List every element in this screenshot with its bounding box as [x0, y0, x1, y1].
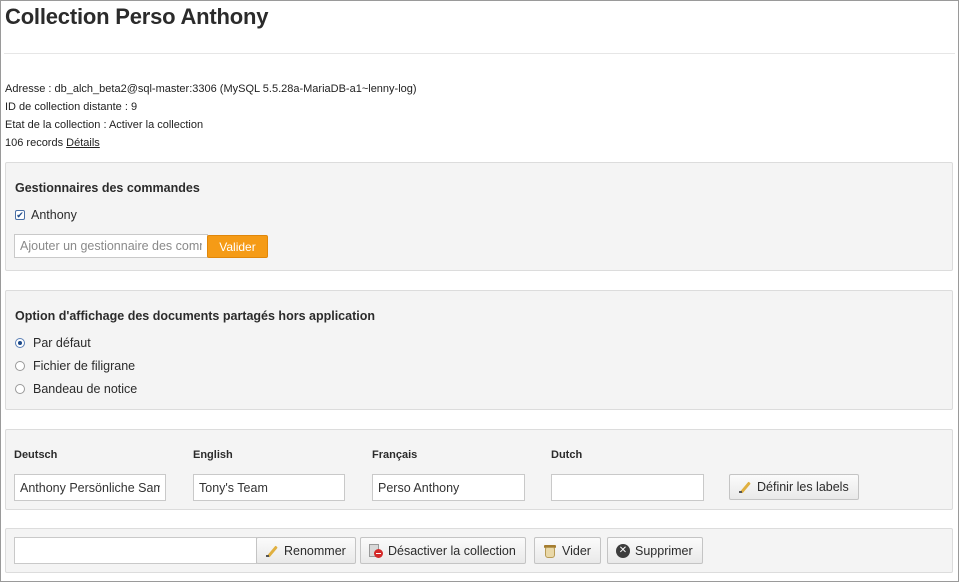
radio-banner[interactable] — [15, 384, 25, 394]
label-input-dutch[interactable] — [551, 474, 704, 501]
radio-default[interactable] — [15, 338, 25, 348]
pencil-icon — [738, 480, 752, 494]
rename-input[interactable] — [14, 537, 257, 564]
title-divider — [4, 53, 955, 54]
lang-label-english: English — [193, 449, 233, 461]
option-banner[interactable]: Bandeau de notice — [15, 382, 137, 396]
empty-button[interactable]: Vider — [534, 537, 601, 564]
lang-label-francais: Français — [372, 449, 418, 461]
manager-label: Anthony — [31, 208, 77, 222]
deactivate-icon — [369, 543, 383, 558]
option-default-label: Par défaut — [33, 336, 91, 350]
remote-id-info: ID de collection distante : 9 — [5, 101, 138, 113]
option-watermark[interactable]: Fichier de filigrane — [15, 359, 135, 373]
details-link[interactable]: Détails — [66, 137, 100, 149]
display-option-title: Option d'affichage des documents partagé… — [15, 309, 375, 323]
records-info: 106 records Détails — [5, 137, 100, 149]
deactivate-collection-button[interactable]: Désactiver la collection — [360, 537, 526, 564]
labels-panel: Deutsch English Français Dutch Définir l… — [5, 429, 953, 510]
label-input-deutsch[interactable] — [14, 474, 166, 501]
display-option-panel: Option d'affichage des documents partagé… — [5, 290, 953, 410]
lang-label-deutsch: Deutsch — [14, 449, 58, 461]
delete-button[interactable]: ✕ Supprimer — [607, 537, 703, 564]
add-manager-input[interactable] — [14, 234, 208, 258]
radio-watermark[interactable] — [15, 361, 25, 371]
delete-label: Supprimer — [635, 543, 693, 558]
label-input-english[interactable] — [193, 474, 345, 501]
address-info: Adresse : db_alch_beta2@sql-master:3306 … — [5, 83, 417, 95]
option-banner-label: Bandeau de notice — [33, 382, 138, 396]
define-labels-label: Définir les labels — [757, 480, 849, 494]
lang-label-dutch: Dutch — [551, 449, 583, 461]
label-input-francais[interactable] — [372, 474, 525, 501]
validate-button[interactable]: Valider — [207, 235, 268, 258]
rename-label: Renommer — [284, 543, 346, 558]
actions-panel: Renommer Désactiver la collection Vider … — [5, 528, 953, 573]
empty-jar-icon — [543, 544, 557, 558]
state-info: Etat de la collection : Activer la colle… — [5, 119, 204, 131]
manager-item-anthony[interactable]: ✔ Anthony — [15, 208, 77, 222]
manager-checkbox[interactable]: ✔ — [15, 210, 25, 220]
option-default[interactable]: Par défaut — [15, 336, 91, 350]
page-title: Collection Perso Anthony — [5, 4, 269, 29]
records-count: 106 records — [5, 137, 64, 149]
delete-icon: ✕ — [616, 543, 630, 558]
deactivate-label: Désactiver la collection — [388, 543, 516, 558]
managers-panel: Gestionnaires des commandes ✔ Anthony Va… — [5, 162, 953, 271]
pencil-icon — [265, 544, 279, 558]
empty-label: Vider — [562, 543, 591, 558]
option-watermark-label: Fichier de filigrane — [33, 359, 136, 373]
rename-button[interactable]: Renommer — [256, 537, 356, 564]
define-labels-button[interactable]: Définir les labels — [729, 474, 859, 500]
managers-title: Gestionnaires des commandes — [15, 181, 200, 195]
